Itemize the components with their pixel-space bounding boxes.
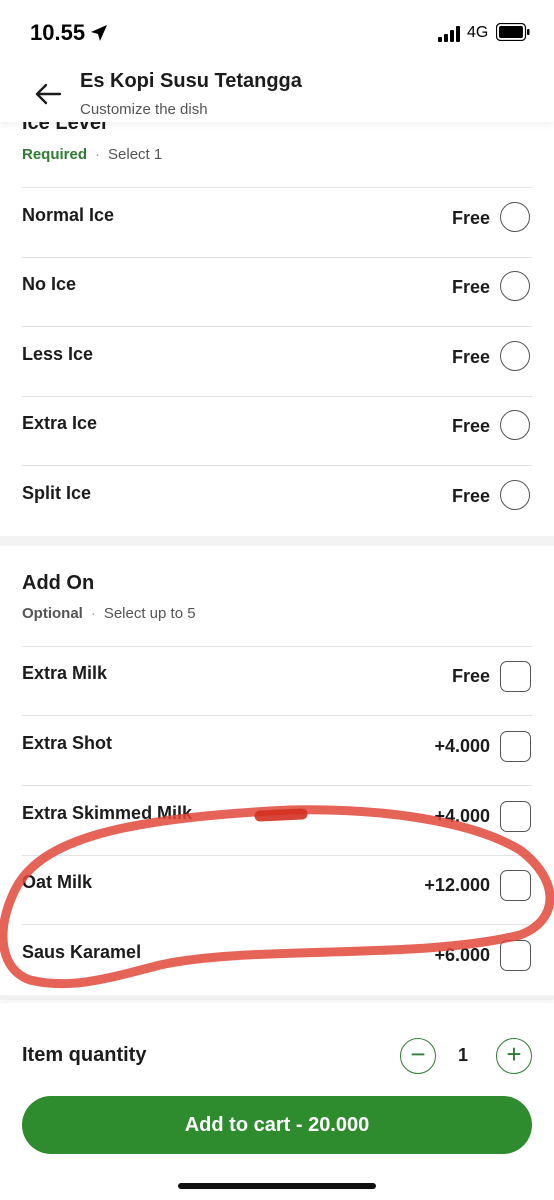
section-divider (0, 995, 554, 1000)
checkbox[interactable] (500, 801, 531, 832)
checkbox[interactable] (500, 870, 531, 901)
select-hint: Select 1 (108, 146, 163, 163)
required-label: Required (22, 146, 88, 163)
quantity-label: Item quantity (22, 1044, 147, 1066)
radio-button[interactable] (500, 480, 530, 510)
option-extra-shot[interactable]: Extra Shot +4.000 (0, 717, 554, 786)
checkbox[interactable] (500, 661, 531, 692)
increase-quantity-button[interactable]: + (496, 1038, 532, 1074)
option-price: Free (451, 666, 490, 686)
home-indicator (178, 1183, 376, 1189)
option-label: Extra Ice (22, 413, 98, 433)
location-arrow-icon (91, 25, 107, 41)
scroll-content[interactable]: Ice Level Required · Select 1 Normal Ice F… (0, 0, 554, 1000)
option-label: Split Ice (22, 483, 92, 503)
option-label: No Ice (22, 274, 77, 294)
radio-button[interactable] (500, 410, 530, 440)
ice-level-meta: Required · Select 1 (22, 146, 162, 163)
battery-icon (496, 23, 530, 41)
option-price: +4.000 (434, 736, 490, 756)
separator-dot: · (95, 146, 101, 163)
option-label: Oat Milk (22, 872, 93, 892)
option-price: Free (451, 347, 490, 367)
add-on-meta: Optional · Select up to 5 (22, 605, 196, 622)
back-arrow-icon[interactable] (34, 82, 62, 106)
page-title: Es Kopi Susu Tetangga (80, 70, 302, 92)
radio-button[interactable] (500, 271, 530, 301)
divider (22, 785, 532, 786)
optional-label: Optional (22, 605, 83, 622)
checkbox[interactable] (500, 731, 531, 762)
option-split-ice[interactable]: Split Ice Free (0, 467, 554, 536)
signal-bars-icon (438, 26, 460, 42)
decrease-quantity-button[interactable]: − (400, 1038, 436, 1074)
page-subtitle: Customize the dish (80, 101, 208, 118)
option-price: Free (451, 486, 490, 506)
option-no-ice[interactable]: No Ice Free (0, 258, 554, 327)
option-label: Extra Skimmed Milk (22, 803, 193, 823)
option-price: +12.000 (424, 875, 490, 895)
bottom-bar: Item quantity − 1 + Add to cart - 20.000 (0, 1003, 554, 1200)
option-price: +4.000 (434, 806, 490, 826)
option-saus-karamel[interactable]: Saus Karamel +6.000 (0, 926, 554, 995)
option-price: Free (451, 208, 490, 228)
option-label: Extra Milk (22, 663, 108, 683)
quantity-value: 1 (458, 1045, 469, 1065)
option-price: Free (451, 416, 490, 436)
option-price: +6.000 (434, 945, 490, 965)
status-bar: 10.55 4G (0, 0, 554, 60)
add-on-title: Add On (22, 572, 95, 594)
clock: 10.55 (30, 20, 86, 45)
option-label: Saus Karamel (22, 942, 142, 962)
divider (22, 924, 532, 925)
select-hint: Select up to 5 (103, 605, 196, 622)
radio-button[interactable] (500, 341, 530, 371)
divider (22, 187, 532, 188)
option-normal-ice[interactable]: Normal Ice Free (0, 189, 554, 258)
network-type: 4G (467, 24, 489, 41)
option-extra-ice[interactable]: Extra Ice Free (0, 397, 554, 466)
checkbox[interactable] (500, 940, 531, 971)
divider (22, 465, 532, 466)
option-less-ice[interactable]: Less Ice Free (0, 328, 554, 397)
divider (22, 326, 532, 327)
option-extra-milk[interactable]: Extra Milk Free (0, 647, 554, 716)
divider (22, 715, 532, 716)
add-to-cart-button[interactable]: Add to cart - 20.000 (22, 1096, 532, 1154)
radio-button[interactable] (500, 202, 530, 232)
option-label: Normal Ice (22, 205, 115, 225)
option-price: Free (451, 277, 490, 297)
option-label: Less Ice (22, 344, 94, 364)
option-oat-milk[interactable]: Oat Milk +12.000 (0, 856, 554, 925)
section-divider (0, 536, 554, 546)
option-extra-skimmed-milk[interactable]: Extra Skimmed Milk +4.000 (0, 787, 554, 856)
option-label: Extra Shot (22, 733, 113, 753)
separator-dot: · (90, 605, 96, 622)
page-header: Es Kopi Susu Tetangga Customize the dish (0, 60, 554, 122)
